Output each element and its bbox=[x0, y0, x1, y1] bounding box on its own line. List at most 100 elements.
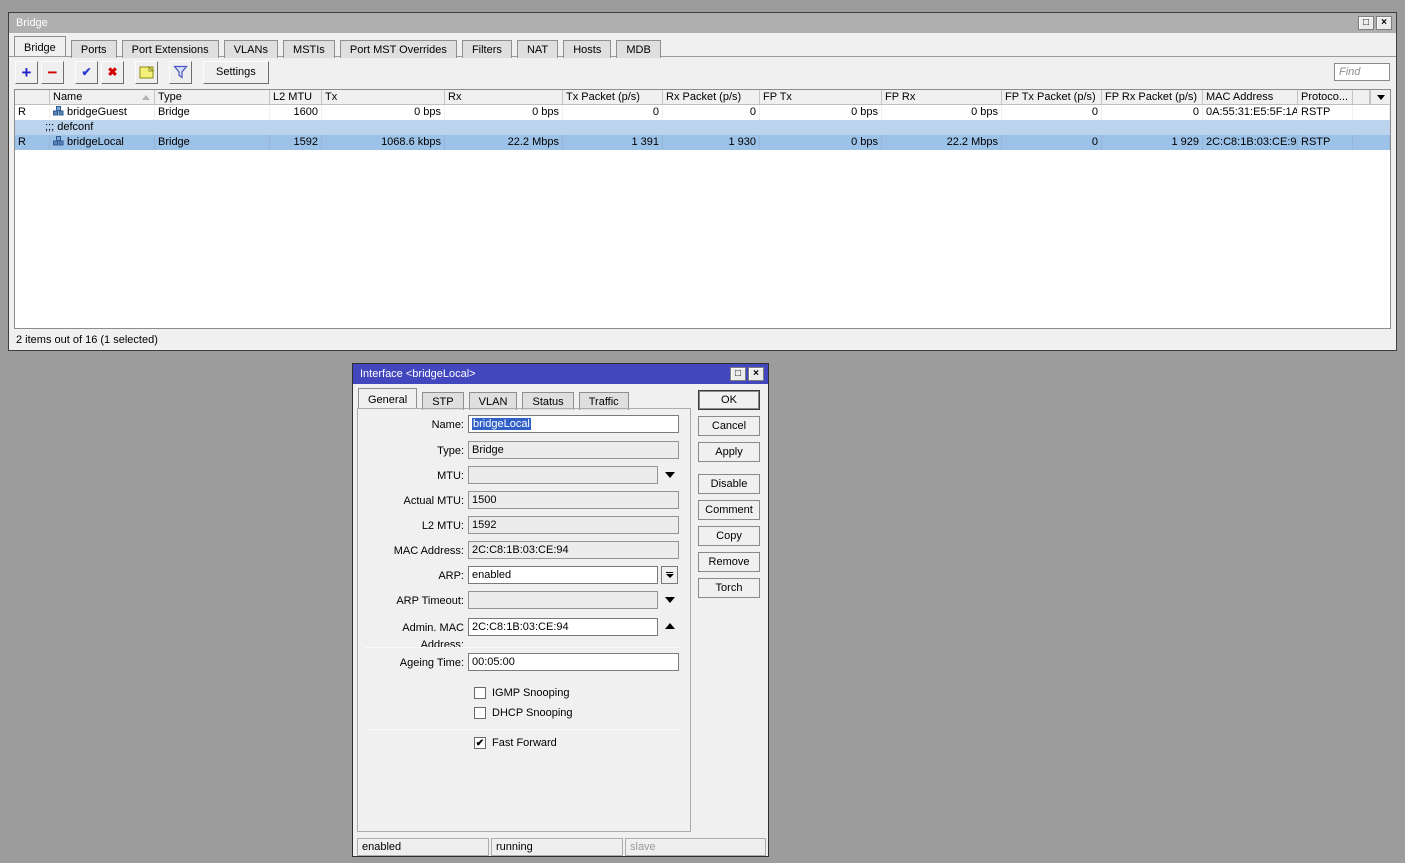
igmp-snooping-checkbox[interactable]: IGMP Snooping bbox=[474, 687, 569, 699]
arp-dropdown-button[interactable] bbox=[661, 566, 678, 584]
cancel-button[interactable]: Cancel bbox=[698, 416, 760, 436]
disable-button[interactable]: ✖ bbox=[101, 61, 124, 84]
tab-filters[interactable]: Filters bbox=[462, 40, 512, 58]
tab-port-extensions[interactable]: Port Extensions bbox=[122, 40, 219, 58]
col-fp-rx[interactable]: FP Rx bbox=[882, 90, 1002, 104]
admin-mac-label: Admin. MAC Address: bbox=[359, 620, 464, 654]
remove-button[interactable]: − bbox=[41, 61, 64, 84]
maximize-icon[interactable]: □ bbox=[1358, 16, 1374, 30]
tab-port-mst-overrides[interactable]: Port MST Overrides bbox=[340, 40, 457, 58]
dhcp-snooping-label: DHCP Snooping bbox=[492, 707, 573, 719]
row-name: bridgeLocal bbox=[50, 135, 155, 150]
tab-hosts[interactable]: Hosts bbox=[563, 40, 611, 58]
row-tx-packet: 0 bbox=[563, 105, 663, 120]
col-fp-tx-packet[interactable]: FP Tx Packet (p/s) bbox=[1002, 90, 1102, 104]
arp-label: ARP: bbox=[359, 568, 464, 585]
row-rx: 0 bps bbox=[445, 105, 563, 120]
col-tx[interactable]: Tx bbox=[322, 90, 445, 104]
row-fp-rx-packet: 0 bbox=[1102, 105, 1203, 120]
separator bbox=[365, 729, 679, 730]
row-type: Bridge bbox=[155, 105, 270, 120]
tab-ports[interactable]: Ports bbox=[71, 40, 117, 58]
comment-button[interactable] bbox=[135, 61, 158, 84]
arp-timeout-dropdown-icon[interactable] bbox=[665, 597, 675, 603]
col-name[interactable]: Name bbox=[50, 90, 155, 104]
enabled-status: enabled bbox=[357, 838, 489, 856]
remove-button[interactable]: Remove bbox=[698, 552, 760, 572]
dhcp-snooping-checkbox[interactable]: DHCP Snooping bbox=[474, 707, 573, 719]
torch-button[interactable]: Torch bbox=[698, 578, 760, 598]
comment-button[interactable]: Comment bbox=[698, 500, 760, 520]
ageing-time-field[interactable]: 00:05:00 bbox=[468, 653, 679, 671]
type-label: Type: bbox=[359, 443, 464, 460]
bridge-toolbar: + − ✔ ✖ Settings bbox=[9, 57, 1396, 87]
row-name-label: bridgeGuest bbox=[67, 106, 127, 118]
name-field[interactable]: bridgeLocal bbox=[468, 415, 679, 433]
enable-button[interactable]: ✔ bbox=[75, 61, 98, 84]
checkbox-icon bbox=[474, 687, 486, 699]
separator bbox=[365, 647, 679, 648]
name-label: Name: bbox=[359, 417, 464, 434]
admin-mac-field[interactable]: 2C:C8:1B:03:CE:94 bbox=[468, 618, 658, 636]
col-rx-packet[interactable]: Rx Packet (p/s) bbox=[663, 90, 760, 104]
tab-mdb[interactable]: MDB bbox=[616, 40, 660, 58]
row-type: Bridge bbox=[155, 135, 270, 150]
disable-button[interactable]: Disable bbox=[698, 474, 760, 494]
col-fp-tx[interactable]: FP Tx bbox=[760, 90, 882, 104]
copy-button[interactable]: Copy bbox=[698, 526, 760, 546]
tab-mstis[interactable]: MSTIs bbox=[283, 40, 335, 58]
col-l2mtu[interactable]: L2 MTU bbox=[270, 90, 322, 104]
l2-mtu-field: 1592 bbox=[468, 516, 679, 534]
slave-status: slave bbox=[625, 838, 766, 856]
table-row-bridgeGuest[interactable]: R bridgeGuest Bridge 1600 0 bps 0 bps 0 … bbox=[15, 105, 1390, 120]
actual-mtu-label: Actual MTU: bbox=[359, 493, 464, 510]
tab-general[interactable]: General bbox=[358, 388, 417, 408]
close-icon[interactable]: × bbox=[1376, 16, 1392, 30]
ok-button[interactable]: OK bbox=[698, 390, 760, 410]
maximize-icon[interactable]: □ bbox=[730, 367, 746, 381]
filter-icon bbox=[173, 65, 188, 79]
col-protocol[interactable]: Protoco... bbox=[1298, 90, 1353, 104]
row-fp-rx: 22.2 Mbps bbox=[882, 135, 1002, 150]
apply-button[interactable]: Apply bbox=[698, 442, 760, 462]
row-mac-address: 0A:55:31:E5:5F:1A bbox=[1203, 105, 1298, 120]
col-type[interactable]: Type bbox=[155, 90, 270, 104]
table-row-comment[interactable]: ;;; defconf bbox=[15, 120, 1390, 135]
table-row-bridgeLocal[interactable]: R bridgeLocal Bridge 1592 1068.6 kbps 22… bbox=[15, 135, 1390, 150]
tab-bridge[interactable]: Bridge bbox=[14, 36, 66, 56]
col-flags[interactable] bbox=[15, 90, 50, 104]
l2-mtu-label: L2 MTU: bbox=[359, 518, 464, 535]
filter-button[interactable] bbox=[169, 61, 192, 84]
row-mac-address: 2C:C8:1B:03:CE:94 bbox=[1203, 135, 1298, 150]
close-icon[interactable]: × bbox=[748, 367, 764, 381]
tab-vlans[interactable]: VLANs bbox=[224, 40, 278, 58]
add-button[interactable]: + bbox=[15, 61, 38, 84]
mac-address-label: MAC Address: bbox=[359, 543, 464, 560]
mtu-label: MTU: bbox=[359, 468, 464, 485]
chevron-down-icon bbox=[1377, 95, 1385, 100]
mtu-dropdown-icon[interactable] bbox=[665, 472, 675, 478]
bridge-table-header: Name Type L2 MTU Tx Rx Tx Packet (p/s) R… bbox=[15, 90, 1390, 105]
arp-timeout-field[interactable] bbox=[468, 591, 658, 609]
row-fp-tx-packet: 0 bbox=[1002, 135, 1102, 150]
running-status: running bbox=[491, 838, 623, 856]
arp-field[interactable]: enabled bbox=[468, 566, 658, 584]
row-tx: 0 bps bbox=[322, 105, 445, 120]
column-selector-button[interactable] bbox=[1370, 90, 1390, 104]
actual-mtu-field: 1500 bbox=[468, 491, 679, 509]
col-mac-address[interactable]: MAC Address bbox=[1203, 90, 1298, 104]
igmp-snooping-label: IGMP Snooping bbox=[492, 687, 569, 699]
type-field: Bridge bbox=[468, 441, 679, 459]
col-tx-packet[interactable]: Tx Packet (p/s) bbox=[563, 90, 663, 104]
collapse-arrow-icon[interactable] bbox=[665, 623, 675, 629]
mtu-field[interactable] bbox=[468, 466, 658, 484]
dialog-title: Interface <bridgeLocal> bbox=[360, 368, 728, 380]
tab-nat[interactable]: NAT bbox=[517, 40, 558, 58]
arp-timeout-label: ARP Timeout: bbox=[359, 593, 464, 610]
col-rx[interactable]: Rx bbox=[445, 90, 563, 104]
fast-forward-checkbox[interactable]: ✔ Fast Forward bbox=[474, 737, 557, 749]
settings-button[interactable]: Settings bbox=[203, 61, 269, 84]
find-input[interactable] bbox=[1334, 63, 1390, 81]
col-fp-rx-packet[interactable]: FP Rx Packet (p/s) bbox=[1102, 90, 1203, 104]
dialog-titlebar: Interface <bridgeLocal> □ × bbox=[353, 364, 768, 384]
